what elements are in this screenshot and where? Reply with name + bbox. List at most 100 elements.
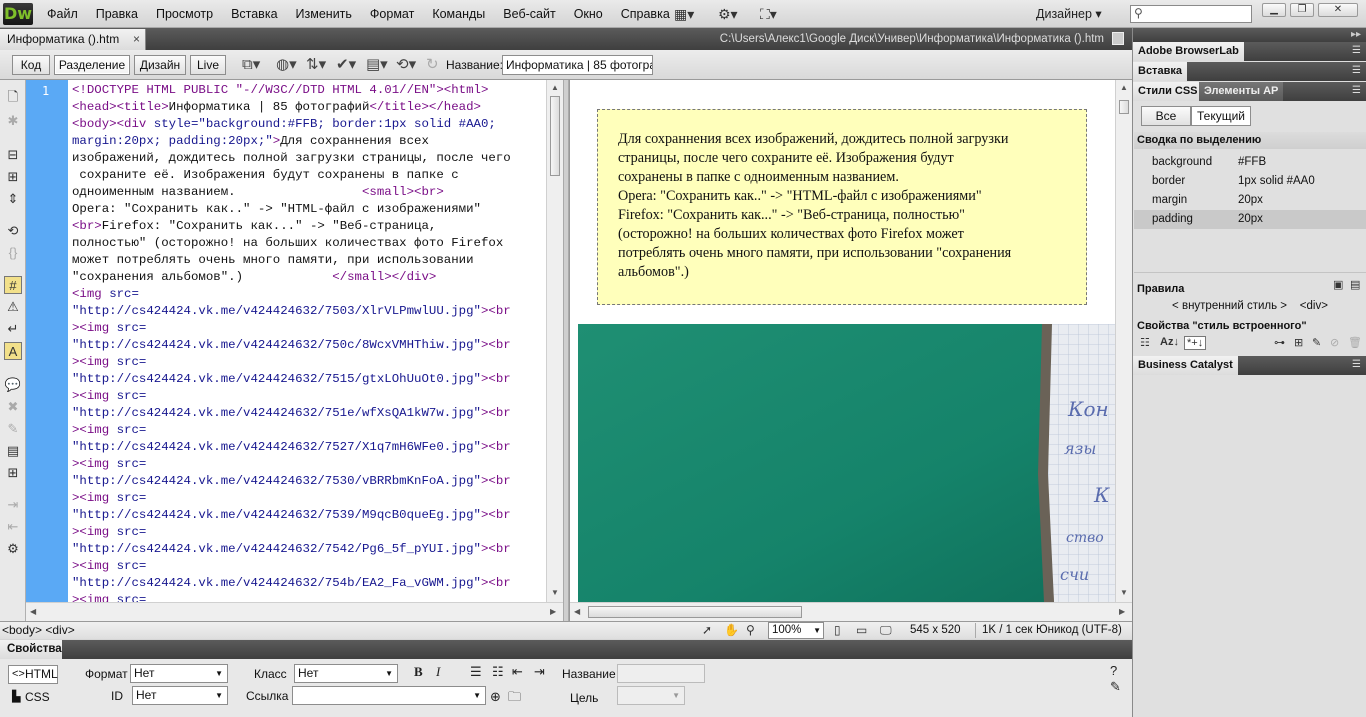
- name-input[interactable]: [617, 664, 705, 683]
- menu-item[interactable]: Просмотр: [147, 0, 222, 28]
- collapse-tag-icon[interactable]: ⊟: [4, 146, 22, 164]
- select-parent-tag-icon[interactable]: ⟲: [4, 222, 22, 240]
- alpha-view-icon[interactable]: Az↓: [1160, 336, 1179, 348]
- scroll-up-icon[interactable]: ▲: [551, 83, 559, 92]
- css-property-row[interactable]: border 1px solid #AA0: [1134, 172, 1366, 191]
- browserlab-tab[interactable]: Adobe BrowserLab: [1133, 42, 1244, 61]
- layout-icon[interactable]: ▦▾: [674, 5, 694, 23]
- restore-doc-icon[interactable]: [1112, 32, 1124, 45]
- panel-menu-icon[interactable]: ☰: [1352, 45, 1361, 57]
- gear-icon[interactable]: ⚙▾: [718, 5, 738, 23]
- insert-tab[interactable]: Вставка: [1133, 62, 1187, 81]
- properties-tab[interactable]: Свойства: [0, 640, 62, 659]
- balance-braces-icon[interactable]: {}: [4, 244, 22, 262]
- css-mode-button[interactable]: ▙ CSS: [8, 688, 58, 707]
- rules-row[interactable]: < внутренний стиль > <div>: [1134, 298, 1366, 314]
- scroll-left-icon[interactable]: ◀: [30, 607, 36, 616]
- new-css-rule-icon[interactable]: ⊞: [1294, 336, 1303, 349]
- format-source-icon[interactable]: ⚙: [4, 540, 22, 558]
- menu-item[interactable]: Правка: [87, 0, 147, 28]
- search-input[interactable]: ⚲: [1130, 5, 1252, 23]
- ap-elements-tab[interactable]: Элементы AP: [1199, 82, 1284, 101]
- outdent-code-icon[interactable]: ⇤: [4, 518, 22, 536]
- scroll-down-icon[interactable]: ▼: [1120, 588, 1128, 597]
- preview-browser-icon[interactable]: ◍▾: [276, 56, 297, 74]
- multiscreen-icon[interactable]: ⧉▾: [242, 56, 260, 74]
- scroll-thumb[interactable]: [1119, 100, 1129, 114]
- indent-icon[interactable]: ⇥: [534, 664, 545, 680]
- id-select[interactable]: Нет ▼: [132, 686, 228, 705]
- css-property-row[interactable]: padding 20px: [1134, 210, 1366, 229]
- highlight-invalid-icon[interactable]: ⚠: [4, 298, 22, 316]
- design-view-button[interactable]: Дизайн: [134, 55, 186, 75]
- site-icon[interactable]: ⛶▾: [760, 5, 777, 23]
- document-tab[interactable]: Информатика ().htm ×: [0, 29, 146, 50]
- point-to-file-icon[interactable]: ⊕: [490, 689, 501, 705]
- insert-header[interactable]: Вставка ☰: [1133, 62, 1366, 81]
- menu-item[interactable]: Файл: [38, 0, 87, 28]
- indent-code-icon[interactable]: ⇥: [4, 496, 22, 514]
- w3c-validation-icon[interactable]: ✔▾: [336, 56, 356, 74]
- tablet-size-icon[interactable]: ▭: [856, 622, 867, 638]
- format-select[interactable]: Нет ▼: [130, 664, 228, 683]
- attach-stylesheet-icon[interactable]: ⊶: [1274, 336, 1285, 349]
- scroll-thumb[interactable]: [550, 96, 560, 176]
- business-catalyst-tab[interactable]: Business Catalyst: [1133, 356, 1238, 375]
- apply-comment-icon[interactable]: 💬: [4, 376, 22, 394]
- expand-all-icon[interactable]: ⇕: [4, 190, 22, 208]
- scroll-left-icon[interactable]: ◀: [574, 607, 580, 616]
- desktop-size-icon[interactable]: 🖵: [880, 622, 892, 638]
- scroll-thumb[interactable]: [588, 606, 802, 618]
- close-tab-icon[interactable]: ×: [133, 29, 140, 50]
- css-property-row[interactable]: background #FFB: [1134, 153, 1366, 172]
- syntax-coloring-icon[interactable]: A: [4, 342, 22, 360]
- menu-item[interactable]: Вставка: [222, 0, 286, 28]
- recent-snippets-icon[interactable]: ▤: [4, 442, 22, 460]
- target-select[interactable]: ▼: [617, 686, 685, 705]
- zoom-tool-icon[interactable]: ⚲: [746, 622, 755, 638]
- css-styles-tab[interactable]: Стили CSS: [1133, 82, 1203, 101]
- unordered-list-icon[interactable]: ☰: [470, 664, 482, 680]
- split-view-button[interactable]: Разделение: [54, 55, 130, 75]
- scroll-right-icon[interactable]: ▶: [1119, 607, 1125, 616]
- delete-rule-icon[interactable]: 🗑: [1348, 336, 1362, 349]
- check-browser-icon[interactable]: ⟲▾: [396, 56, 416, 74]
- open-documents-icon[interactable]: 🗋: [4, 88, 22, 106]
- wrap-tag-icon[interactable]: ✎: [4, 420, 22, 438]
- browse-folder-icon[interactable]: 🗀: [508, 689, 521, 705]
- show-code-navigator-icon[interactable]: ✱: [4, 112, 22, 130]
- menu-item[interactable]: Окно: [565, 0, 612, 28]
- bold-button[interactable]: B: [414, 664, 423, 680]
- outdent-icon[interactable]: ⇤: [512, 664, 523, 680]
- code-view[interactable]: 1 <!DOCTYPE HTML PUBLIC "-//W3C//DTD HTM…: [26, 80, 563, 621]
- collapse-panels-icon[interactable]: ▸▸: [1351, 28, 1361, 42]
- design-vertical-scrollbar[interactable]: ▲ ▼: [1115, 80, 1132, 602]
- code-editor[interactable]: <!DOCTYPE HTML PUBLIC "-//W3C//DTD HTML …: [72, 82, 550, 602]
- disable-property-icon[interactable]: ⊘: [1330, 336, 1339, 349]
- panel-menu-icon[interactable]: ☰: [1352, 85, 1361, 97]
- workspace-switcher[interactable]: Дизайнер ▾: [1036, 0, 1102, 28]
- hand-tool-icon[interactable]: ✋: [724, 622, 739, 638]
- word-wrap-icon[interactable]: ↵: [4, 320, 22, 338]
- code-view-button[interactable]: Код: [12, 55, 50, 75]
- all-mode-button[interactable]: Все: [1141, 106, 1191, 126]
- tag-selector[interactable]: <body> <div>: [2, 622, 75, 638]
- panel-menu-icon[interactable]: ☰: [1352, 65, 1361, 77]
- panel-menu-icon[interactable]: ☰: [1352, 359, 1361, 371]
- category-view-icon[interactable]: ☷: [1140, 336, 1150, 349]
- scroll-up-icon[interactable]: ▲: [1120, 83, 1128, 92]
- code-vertical-scrollbar[interactable]: ▲ ▼: [546, 80, 563, 602]
- menu-item[interactable]: Изменить: [287, 0, 361, 28]
- mobile-size-icon[interactable]: ▯: [834, 622, 841, 638]
- collapse-selection-icon[interactable]: ⊞: [4, 168, 22, 186]
- preview-div[interactable]: Для сохраннения всех изображений, дождит…: [597, 109, 1087, 305]
- close-button[interactable]: ✕: [1318, 3, 1358, 17]
- panel-collapse-bar[interactable]: ▸▸: [1133, 28, 1366, 42]
- scroll-right-icon[interactable]: ▶: [550, 607, 556, 616]
- ordered-list-icon[interactable]: ☷: [492, 664, 504, 680]
- code-horizontal-scrollbar[interactable]: ◀ ▶: [26, 602, 563, 621]
- remove-comment-icon[interactable]: ✖: [4, 398, 22, 416]
- refresh-icon[interactable]: ↻: [426, 56, 439, 74]
- minimize-button[interactable]: ▁: [1262, 3, 1286, 17]
- live-view-button[interactable]: Live: [190, 55, 226, 75]
